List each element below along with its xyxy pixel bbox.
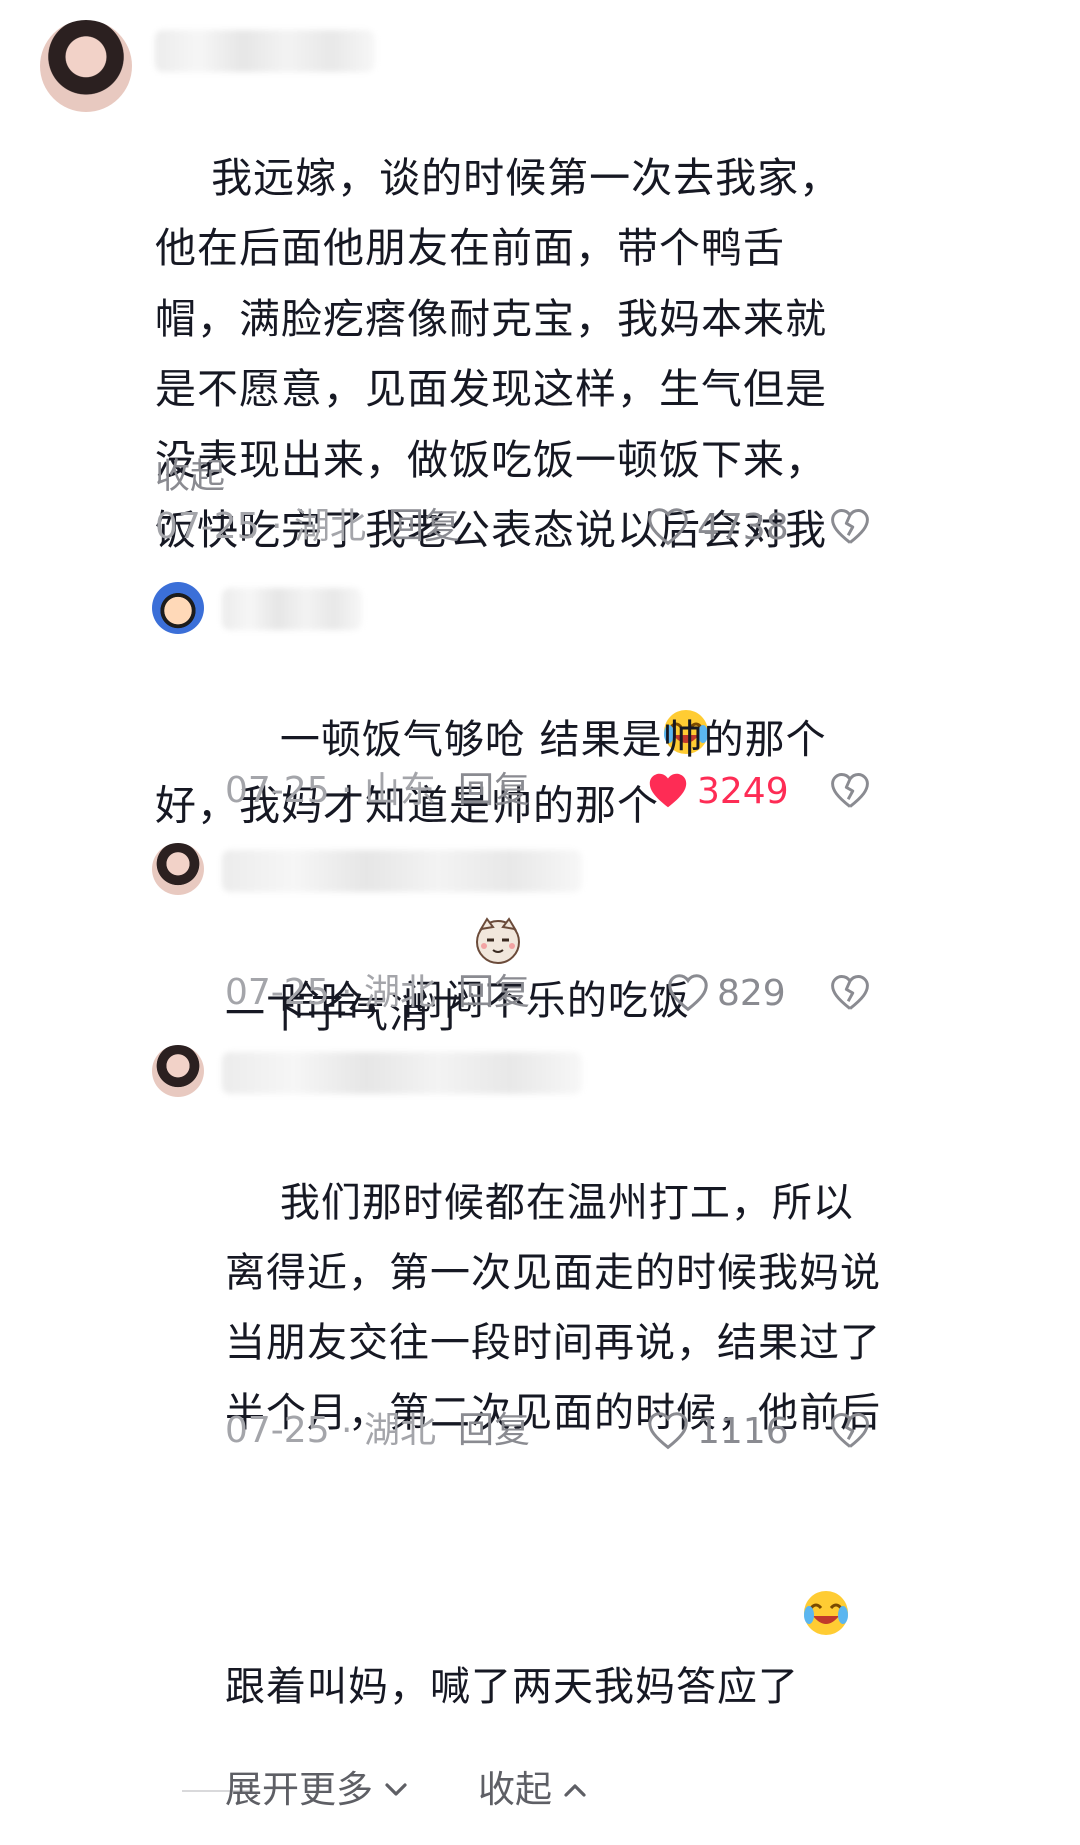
dislike-button[interactable] xyxy=(828,1406,874,1456)
avatar[interactable] xyxy=(152,582,204,634)
date-location: 07-25 · 湖北 xyxy=(155,506,366,547)
heart-outline-icon xyxy=(648,508,688,546)
avatar[interactable] xyxy=(152,1045,204,1097)
username-blurred[interactable] xyxy=(222,588,362,630)
thread-footer: 展开更多 收起 xyxy=(0,1760,1080,1820)
dislike-button[interactable] xyxy=(828,502,874,552)
like-count: 3249 xyxy=(697,770,789,812)
laugh-cry-icon xyxy=(661,566,711,754)
like-count: 1116 xyxy=(697,1410,789,1452)
username-blurred[interactable] xyxy=(222,850,582,892)
dislike-button[interactable] xyxy=(828,766,874,816)
collapse-replies-label: 收起 xyxy=(478,1768,552,1811)
broken-heart-icon xyxy=(831,773,869,808)
username-blurred[interactable] xyxy=(155,30,375,72)
date-location: 07-25 · 湖北 xyxy=(225,972,436,1013)
broken-heart-icon xyxy=(831,509,869,544)
collapse-replies-button[interactable]: 收起 xyxy=(478,1760,590,1820)
comment-thread: 我远嫁，谈的时候第一次去我家，他在后面他朋友在前面，带个鸭舌帽，满脸疙瘩像耐克宝… xyxy=(0,0,1080,1845)
heart-filled-icon xyxy=(649,773,687,808)
heart-outline-icon xyxy=(648,1412,688,1450)
reply-button[interactable]: 回复 xyxy=(458,1406,530,1456)
reply-meta-row: 07-25 · 山东 回复 3249 xyxy=(0,766,1080,816)
reply-button[interactable]: 回复 xyxy=(458,766,530,816)
chevron-down-icon xyxy=(385,1783,407,1796)
like-button[interactable]: 829 xyxy=(665,968,786,1018)
avatar[interactable] xyxy=(152,843,204,895)
date-location: 07-25 · 湖北 xyxy=(225,1410,436,1451)
expand-more-button[interactable]: 展开更多 xyxy=(225,1760,411,1820)
like-button[interactable]: 1116 xyxy=(645,1406,789,1456)
heart-outline-icon xyxy=(668,974,708,1012)
chevron-up-icon xyxy=(564,1784,586,1797)
broken-heart-icon xyxy=(831,1413,869,1448)
date-location: 07-25 · 山东 xyxy=(225,770,436,811)
like-button[interactable]: 4738 xyxy=(645,502,789,552)
broken-heart-icon xyxy=(831,975,869,1010)
like-button[interactable]: 3249 xyxy=(645,766,789,816)
like-count: 4738 xyxy=(697,506,789,548)
avatar[interactable] xyxy=(40,20,132,112)
reply-button[interactable]: 回复 xyxy=(388,502,460,552)
expand-more-label: 展开更多 xyxy=(225,1768,373,1811)
collapse-text-link[interactable]: 收起 xyxy=(155,448,225,499)
reply-meta-row: 07-25 · 湖北 回复 829 xyxy=(0,968,1080,1018)
comment-meta-row: 07-25 · 湖北 回复 4738 xyxy=(0,502,1080,552)
reply-meta-row: 07-25 · 湖北 回复 1116 xyxy=(0,1406,1080,1456)
dislike-button[interactable] xyxy=(828,968,874,1018)
username-blurred[interactable] xyxy=(222,1052,582,1094)
reply-button[interactable]: 回复 xyxy=(458,968,530,1018)
like-count: 829 xyxy=(717,972,786,1014)
